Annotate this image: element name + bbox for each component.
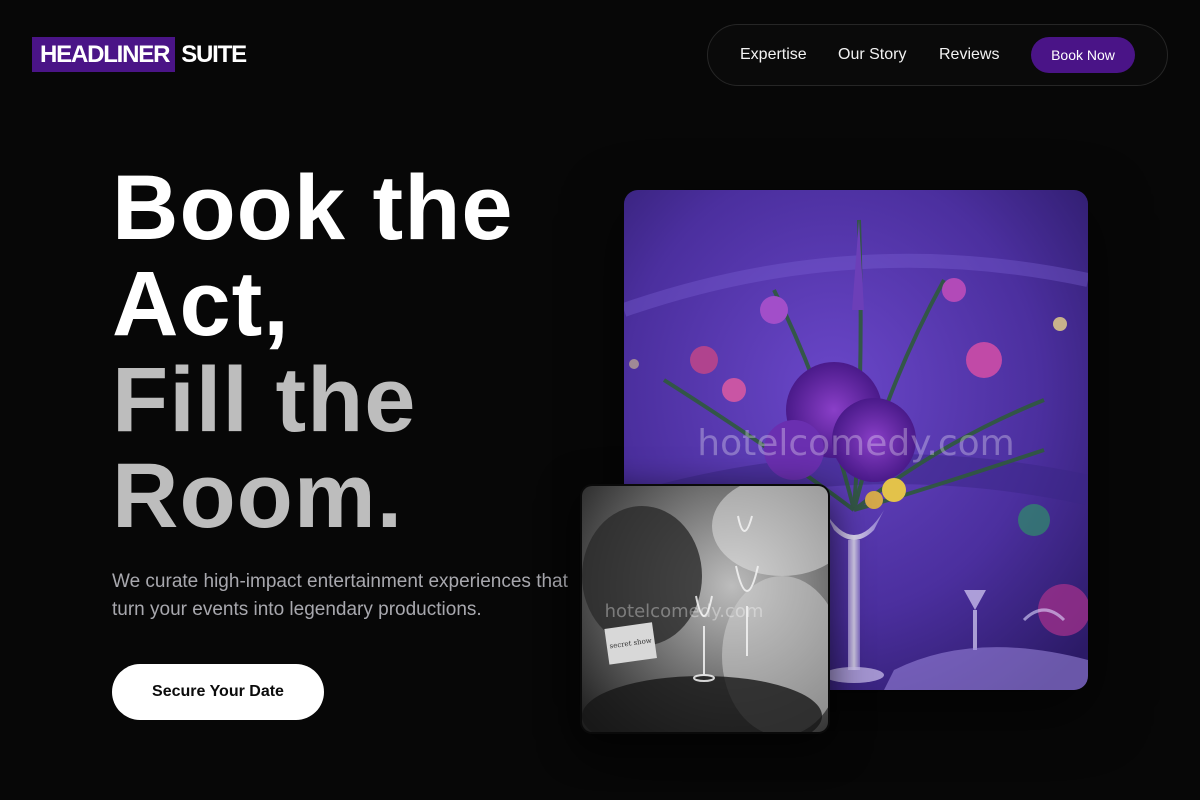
headline-line-3: Fill the: [112, 349, 417, 451]
nav-link-expertise[interactable]: Expertise: [740, 46, 807, 64]
hero-headline: Book the Act, Fill the Room.: [112, 160, 514, 544]
brand-logo-text: SUITE: [181, 40, 247, 68]
toast-illustration: secret show hotelcomedy.com: [582, 486, 828, 732]
nav-link-our-story[interactable]: Our Story: [838, 46, 906, 64]
main-image-watermark: hotelcomedy.com: [697, 423, 1015, 464]
brand-logo[interactable]: HEADLINER SUITE: [32, 37, 247, 72]
book-now-button[interactable]: Book Now: [1031, 37, 1135, 73]
secure-your-date-button[interactable]: Secure Your Date: [112, 664, 324, 720]
small-image-watermark: hotelcomedy.com: [605, 601, 764, 622]
brand-logo-highlight: HEADLINER: [32, 37, 176, 72]
headline-line-2: Act,: [112, 253, 290, 355]
nav-link-reviews[interactable]: Reviews: [939, 46, 999, 64]
headline-line-1: Book the: [112, 157, 514, 259]
hero-image-toast: secret show hotelcomedy.com: [580, 484, 830, 734]
hero-subtitle: We curate high-impact entertainment expe…: [112, 571, 568, 620]
top-nav: Expertise Our Story Reviews Book Now: [707, 24, 1168, 86]
headline-line-4: Room.: [112, 445, 404, 547]
